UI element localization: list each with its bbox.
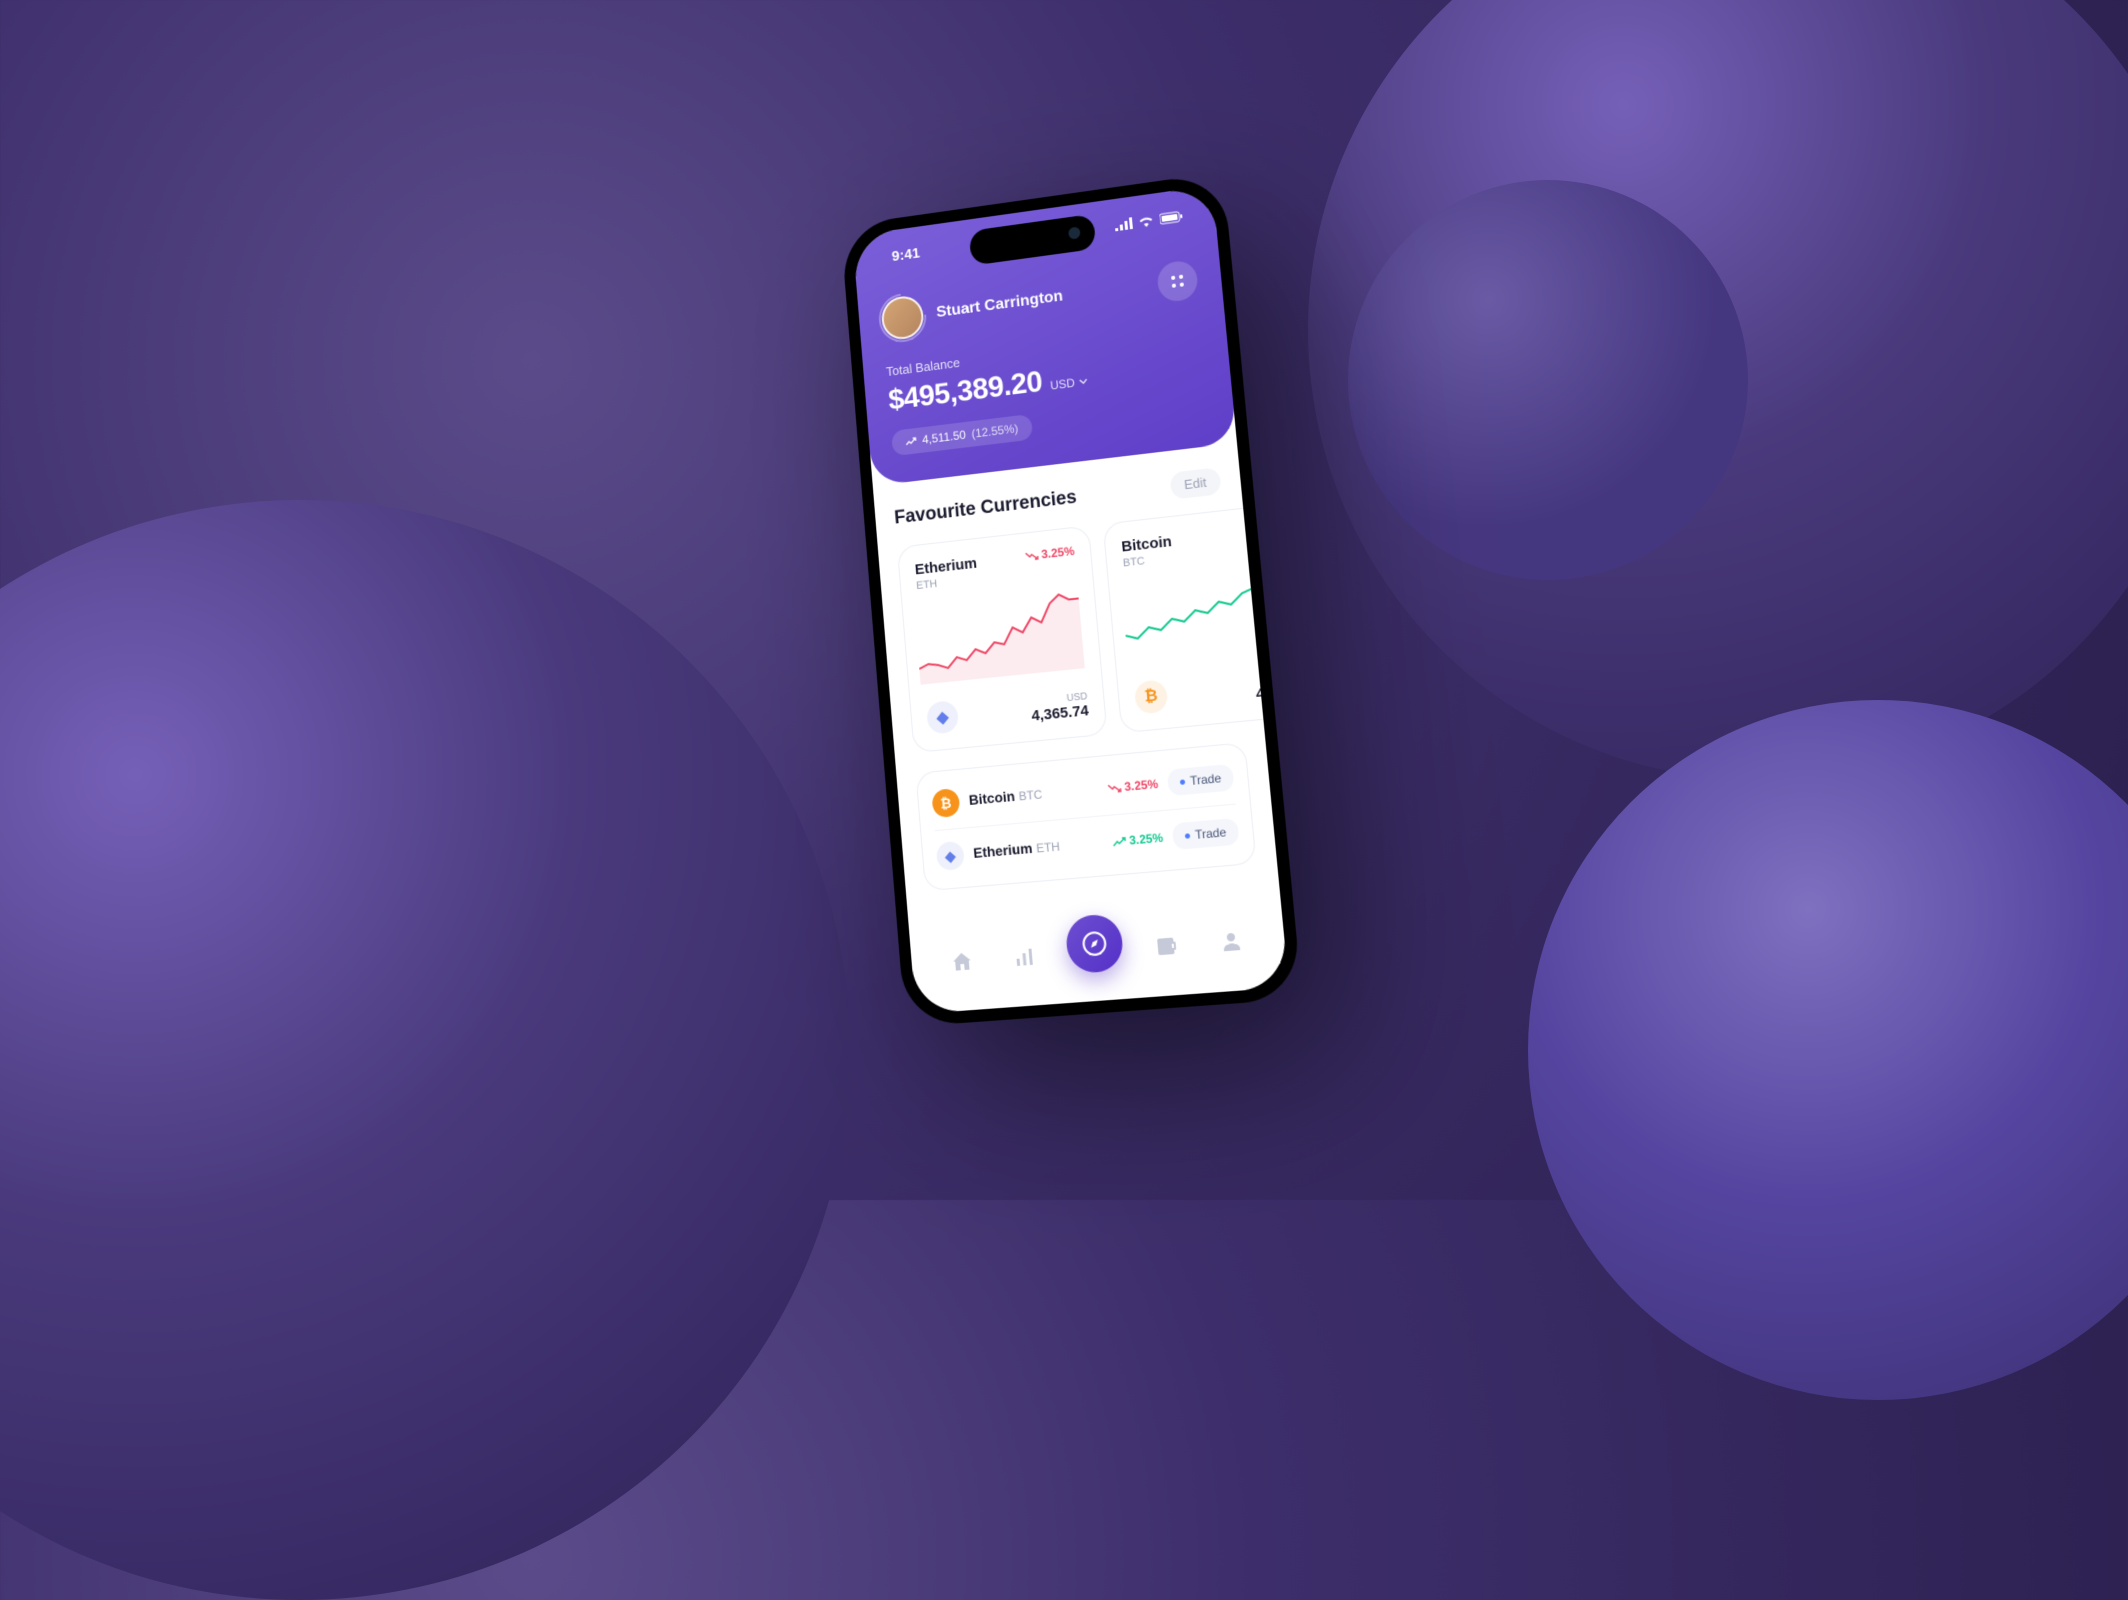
menu-button[interactable]	[1156, 259, 1199, 303]
chart-icon	[1012, 944, 1038, 970]
user-name: Stuart Carrington	[936, 277, 1145, 322]
background-sphere	[1528, 700, 2128, 1400]
list-change: 3.25%	[1107, 777, 1159, 796]
list-name: Bitcoin	[968, 788, 1015, 808]
list-symbol: ETH	[1036, 839, 1061, 855]
tab-wallet[interactable]	[1145, 924, 1189, 973]
bitcoin-icon: ₿	[1134, 679, 1169, 714]
battery-icon	[1159, 210, 1184, 225]
avatar[interactable]	[880, 294, 925, 342]
list-symbol: BTC	[1018, 787, 1043, 803]
list-change: 3.25%	[1112, 831, 1164, 850]
list-name: Etherium	[973, 840, 1033, 861]
change-value: 4,511.50	[922, 428, 967, 447]
tab-profile[interactable]	[1209, 919, 1254, 968]
currency-list: ₿ BitcoinBTC 3.25% Trade ◆ EtheriumETH	[915, 742, 1256, 891]
card-change: 3.25%	[1024, 544, 1075, 563]
trade-button[interactable]: Trade	[1172, 818, 1240, 850]
tab-stats[interactable]	[1003, 935, 1046, 984]
currency-code: USD	[1050, 376, 1076, 393]
background-sphere	[0, 500, 850, 1600]
trend-up-icon	[1259, 524, 1274, 535]
dots-icon	[1171, 275, 1184, 288]
crypto-card-etherium[interactable]: Etherium ETH 3.25%	[897, 525, 1108, 753]
chevron-down-icon	[1078, 378, 1087, 385]
status-icons	[1114, 210, 1184, 231]
currency-selector[interactable]: USD	[1050, 374, 1088, 392]
ethereum-icon: ◆	[926, 700, 959, 735]
sparkline-chart	[1121, 566, 1289, 664]
compass-icon	[1080, 929, 1108, 957]
card-change: 3.	[1259, 520, 1288, 537]
tab-home[interactable]	[941, 940, 983, 988]
signal-icon	[1114, 217, 1133, 231]
phone-screen: 9:41 Stuart Carrington Total Balance	[852, 185, 1289, 1014]
trade-button[interactable]: Trade	[1167, 764, 1235, 796]
tab-explore[interactable]	[1064, 913, 1124, 974]
balance-change-pill: 4,511.50 (12.55%)	[891, 414, 1033, 456]
trend-up-icon	[905, 437, 917, 446]
price-label	[1255, 681, 1289, 686]
sparkline-chart	[914, 589, 1085, 685]
wifi-icon	[1138, 214, 1155, 228]
trend-down-icon	[1024, 550, 1038, 560]
favourites-title: Favourite Currencies	[894, 486, 1078, 529]
favourite-cards[interactable]: Etherium ETH 3.25%	[897, 510, 1243, 753]
bitcoin-icon: ₿	[931, 788, 960, 818]
edit-button[interactable]: Edit	[1169, 467, 1222, 500]
card-price: 41,958	[1255, 681, 1289, 703]
background-sphere	[1348, 180, 1748, 580]
crypto-card-bitcoin[interactable]: Bitcoin BTC 3. ₿	[1103, 501, 1289, 733]
user-icon	[1218, 928, 1245, 955]
trend-up-icon	[1112, 836, 1127, 846]
phone-frame: 9:41 Stuart Carrington Total Balance	[840, 172, 1302, 1027]
trend-down-icon	[1107, 783, 1122, 793]
ethereum-icon: ◆	[936, 841, 965, 871]
wallet-icon	[1154, 933, 1180, 959]
change-percent: (12.55%)	[971, 421, 1019, 440]
home-icon	[949, 949, 974, 975]
status-time: 9:41	[891, 244, 921, 264]
